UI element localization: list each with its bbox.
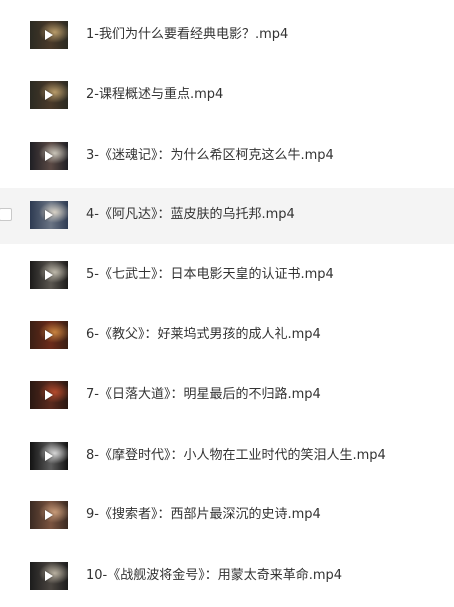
file-list: 1-我们为什么要看经典电影？.mp4 2-课程概述与重点.mp4 3-《迷魂记》：为… — [0, 0, 454, 607]
play-icon — [45, 210, 53, 220]
play-icon — [45, 90, 53, 100]
play-icon — [45, 390, 53, 400]
video-thumbnail[interactable] — [30, 142, 68, 170]
file-name[interactable]: 1-我们为什么要看经典电影？.mp4 — [86, 26, 288, 43]
file-row[interactable]: 9-《搜索者》：西部片最深沉的史诗.mp4 — [0, 488, 454, 544]
file-row[interactable]: 5-《七武士》：日本电影天皇的认证书.mp4 — [0, 248, 454, 304]
play-icon — [45, 330, 53, 340]
file-name[interactable]: 2-课程概述与重点.mp4 — [86, 86, 223, 103]
file-row[interactable]: 2-课程概述与重点.mp4 — [0, 68, 454, 124]
video-thumbnail[interactable] — [30, 201, 68, 229]
file-name[interactable]: 10-《战舰波将金号》：用蒙太奇来革命.mp4 — [86, 567, 342, 584]
video-thumbnail[interactable] — [30, 442, 68, 470]
file-name[interactable]: 8-《摩登时代》：小人物在工业时代的笑泪人生.mp4 — [86, 447, 386, 464]
file-row[interactable]: 3-《迷魂记》：为什么希区柯克这么牛.mp4 — [0, 129, 454, 185]
play-icon — [45, 571, 53, 581]
play-icon — [45, 510, 53, 520]
play-icon — [45, 30, 53, 40]
file-name[interactable]: 6-《教父》：好莱坞式男孩的成人礼.mp4 — [86, 326, 321, 343]
file-row[interactable]: 7-《日落大道》：明星最后的不归路.mp4 — [0, 368, 454, 424]
video-thumbnail[interactable] — [30, 321, 68, 349]
video-thumbnail[interactable] — [30, 261, 68, 289]
video-thumbnail[interactable] — [30, 501, 68, 529]
play-icon — [45, 451, 53, 461]
file-row[interactable]: 1-我们为什么要看经典电影？.mp4 — [0, 8, 454, 64]
row-checkbox[interactable] — [0, 208, 12, 221]
file-row[interactable]: 4-《阿凡达》：蓝皮肤的乌托邦.mp4 — [0, 188, 454, 244]
file-row[interactable]: 10-《战舰波将金号》：用蒙太奇来革命.mp4 — [0, 549, 454, 605]
file-name[interactable]: 4-《阿凡达》：蓝皮肤的乌托邦.mp4 — [86, 206, 295, 223]
video-thumbnail[interactable] — [30, 562, 68, 590]
file-row[interactable]: 8-《摩登时代》：小人物在工业时代的笑泪人生.mp4 — [0, 429, 454, 485]
file-name[interactable]: 9-《搜索者》：西部片最深沉的史诗.mp4 — [86, 506, 321, 523]
file-name[interactable]: 3-《迷魂记》：为什么希区柯克这么牛.mp4 — [86, 147, 334, 164]
play-icon — [45, 270, 53, 280]
video-thumbnail[interactable] — [30, 381, 68, 409]
file-name[interactable]: 5-《七武士》：日本电影天皇的认证书.mp4 — [86, 266, 334, 283]
play-icon — [45, 151, 53, 161]
file-row[interactable]: 6-《教父》：好莱坞式男孩的成人礼.mp4 — [0, 308, 454, 364]
video-thumbnail[interactable] — [30, 81, 68, 109]
video-thumbnail[interactable] — [30, 21, 68, 49]
file-name[interactable]: 7-《日落大道》：明星最后的不归路.mp4 — [86, 386, 321, 403]
